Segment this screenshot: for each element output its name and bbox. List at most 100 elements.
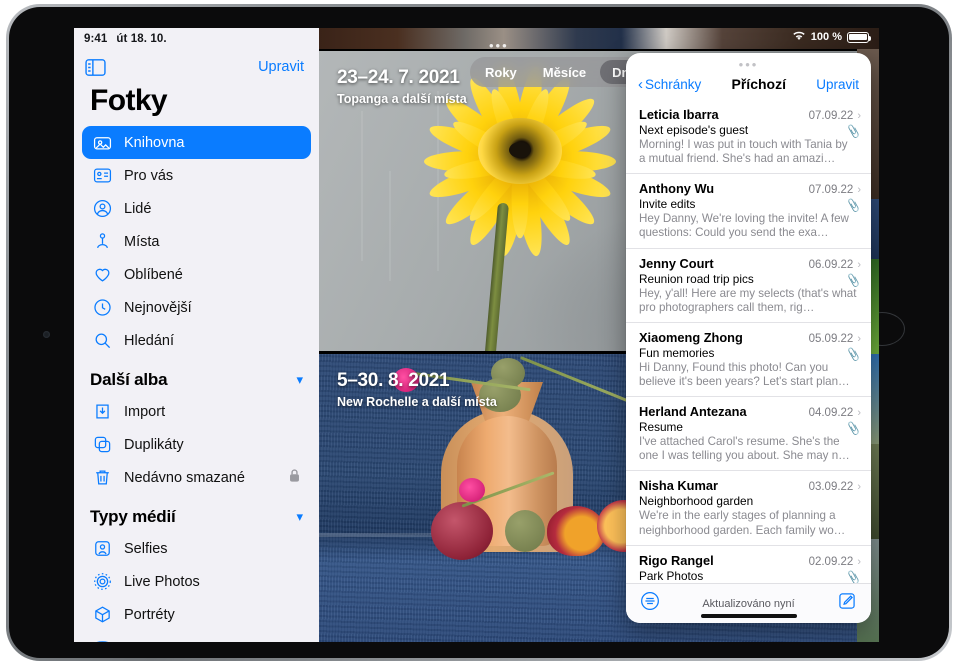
sidebar-item-nejnovejsi[interactable]: Nejnovější (82, 291, 311, 324)
mail-preview: Hey, y'all! Here are my selects (that's … (639, 287, 861, 315)
compose-icon[interactable] (837, 591, 857, 616)
mail-message-list[interactable]: Leticia Ibarra 07.09.22 › Next episode's… (626, 100, 871, 583)
mail-preview: Morning! I was put in touch with Tania b… (639, 138, 861, 166)
device-bezel: 9:41 út 18. 10. (9, 7, 949, 658)
section-title: Další alba (90, 370, 167, 390)
mail-list-item[interactable]: Leticia Ibarra 07.09.22 › Next episode's… (626, 100, 871, 173)
status-date: út 18. 10. (116, 33, 166, 45)
mail-subject: Invite edits (639, 197, 861, 211)
mail-list-item[interactable]: Rigo Rangel 02.09.22 › Park Photos 📎 (626, 545, 871, 583)
mail-list-item[interactable]: Herland Antezana 04.09.22 › Resume I've … (626, 396, 871, 470)
mail-preview: Hi Danny, Found this photo! Can you beli… (639, 361, 861, 389)
mail-sender: Jenny Court (639, 256, 809, 271)
sidebar-item-duplikaty[interactable]: Duplikáty (82, 428, 311, 461)
chevron-right-icon: › (857, 556, 861, 568)
sidebar-section-typy-medii[interactable]: Typy médií ▾ (74, 494, 319, 532)
segment-roky[interactable]: Roky (473, 60, 529, 84)
mail-date: 05.09.22 (809, 333, 854, 345)
clock-icon (92, 297, 113, 318)
sidebar-item-knihovna[interactable]: Knihovna (82, 126, 311, 159)
front-camera-icon (43, 331, 50, 338)
sidebar-item-pro-vas[interactable]: Pro vás (82, 159, 311, 192)
sidebar-item-label: Lidé (124, 201, 151, 217)
photos-sidebar: 9:41 út 18. 10. (74, 28, 319, 642)
mail-date: 04.09.22 (809, 407, 854, 419)
attachment-paperclip-icon: 📎 (846, 347, 862, 363)
photo-card-label: 23–24. 7. 2021 Topanga a další místa (337, 67, 467, 106)
attachment-paperclip-icon: 📎 (846, 272, 862, 288)
mail-subject: Resume (639, 420, 861, 434)
section-title: Typy médií (90, 507, 176, 527)
chevron-down-icon[interactable]: ▾ (296, 372, 303, 388)
mail-date: 06.09.22 (809, 259, 854, 271)
page-title: Fotky (74, 80, 319, 126)
sidebar-item-mista[interactable]: Místa (82, 225, 311, 258)
photo-card-date: 23–24. 7. 2021 (337, 67, 467, 89)
mail-preview: I've attached Carol's resume. She's the … (639, 435, 861, 463)
trash-icon (92, 467, 113, 488)
sidebar-item-label: Portréty (124, 607, 175, 623)
sidebar-item-import[interactable]: Import (82, 395, 311, 428)
sidebar-item-lide[interactable]: Lidé (82, 192, 311, 225)
mail-subject: Park Photos (639, 569, 861, 583)
photo-library-icon (92, 132, 113, 153)
import-icon (92, 401, 113, 422)
status-time: 9:41 (84, 33, 107, 45)
mail-subject: Neighborhood garden (639, 494, 861, 508)
sidebar-top-row: Upravit (74, 50, 319, 80)
chevron-right-icon: › (857, 333, 861, 345)
chevron-down-icon[interactable]: ▾ (296, 509, 303, 525)
mail-sender: Nisha Kumar (639, 478, 809, 493)
sidebar-item-nedavno-smazane[interactable]: Nedávno smazané (82, 461, 311, 494)
mail-edit-button[interactable]: Upravit (816, 77, 859, 92)
sidebar-item-label: Nejnovější (124, 300, 192, 316)
status-bar-left: 9:41 út 18. 10. (74, 28, 319, 50)
battery-percent-label: 100 % (811, 31, 842, 43)
mail-sender: Leticia Ibarra (639, 107, 809, 122)
sidebar-edit-button[interactable]: Upravit (258, 59, 304, 75)
sidebar-item-live-photos[interactable]: Live Photos (82, 565, 311, 598)
panorama-icon (92, 637, 113, 642)
mail-subject: Next episode's guest (639, 123, 861, 137)
chevron-right-icon: › (857, 259, 861, 271)
mail-subject: Reunion road trip pics (639, 272, 861, 286)
mail-slideover-window[interactable]: ••• ‹ Schránky Příchozí Upravit Leticia … (626, 53, 871, 623)
ipad-screen: 9:41 út 18. 10. (74, 28, 879, 642)
sidebar-item-label: Hledání (124, 333, 174, 349)
mail-preview: Hey Danny, We're loving the invite! A fe… (639, 212, 861, 240)
sidebar-item-portrety[interactable]: Portréty (82, 598, 311, 631)
mailboxes-back-button[interactable]: ‹ Schránky (638, 77, 701, 92)
mail-list-item[interactable]: Nisha Kumar 03.09.22 › Neighborhood gard… (626, 470, 871, 544)
sidebar-item-label: Oblíbené (124, 267, 183, 283)
grabber-dots-icon[interactable]: ••• (489, 38, 509, 53)
mailboxes-back-label: Schránky (645, 77, 701, 92)
home-indicator[interactable] (701, 614, 797, 618)
attachment-paperclip-icon: 📎 (846, 569, 862, 583)
mail-list-item[interactable]: Jenny Court 06.09.22 › Reunion road trip… (626, 248, 871, 322)
sidebar-item-hledani[interactable]: Hledání (82, 324, 311, 357)
sidebar-item-label: Import (124, 404, 165, 420)
mailbox-title: Příchozí (732, 76, 786, 92)
sidebar-item-selfies[interactable]: Selfies (82, 532, 311, 565)
mail-date: 07.09.22 (809, 110, 854, 122)
chevron-right-icon: › (857, 184, 861, 196)
battery-icon (847, 32, 869, 43)
filter-icon[interactable] (640, 591, 660, 616)
window-grabber-icon[interactable]: ••• (626, 53, 871, 73)
sidebar-item-oblibene[interactable]: Oblíbené (82, 258, 311, 291)
mail-list-item[interactable]: Anthony Wu 07.09.22 › Invite edits Hey D… (626, 173, 871, 247)
mail-date: 07.09.22 (809, 184, 854, 196)
mail-list-item[interactable]: Xiaomeng Zhong 05.09.22 › Fun memories H… (626, 322, 871, 396)
duplicates-icon (92, 434, 113, 455)
lock-icon (288, 468, 301, 487)
portrait-cube-icon (92, 604, 113, 625)
sidebar-toggle-icon[interactable] (85, 56, 111, 78)
sidebar-item-panoramata[interactable]: Panoramata (82, 631, 311, 642)
photo-card-place: Topanga a další místa (337, 92, 467, 106)
chevron-right-icon: › (857, 407, 861, 419)
mail-sender: Xiaomeng Zhong (639, 330, 809, 345)
segment-mesice[interactable]: Měsíce (531, 60, 598, 84)
sidebar-section-dalsi-alba[interactable]: Další alba ▾ (74, 357, 319, 395)
sidebar-primary-list: Knihovna Pro vás Lidé (74, 126, 319, 357)
search-icon (92, 330, 113, 351)
